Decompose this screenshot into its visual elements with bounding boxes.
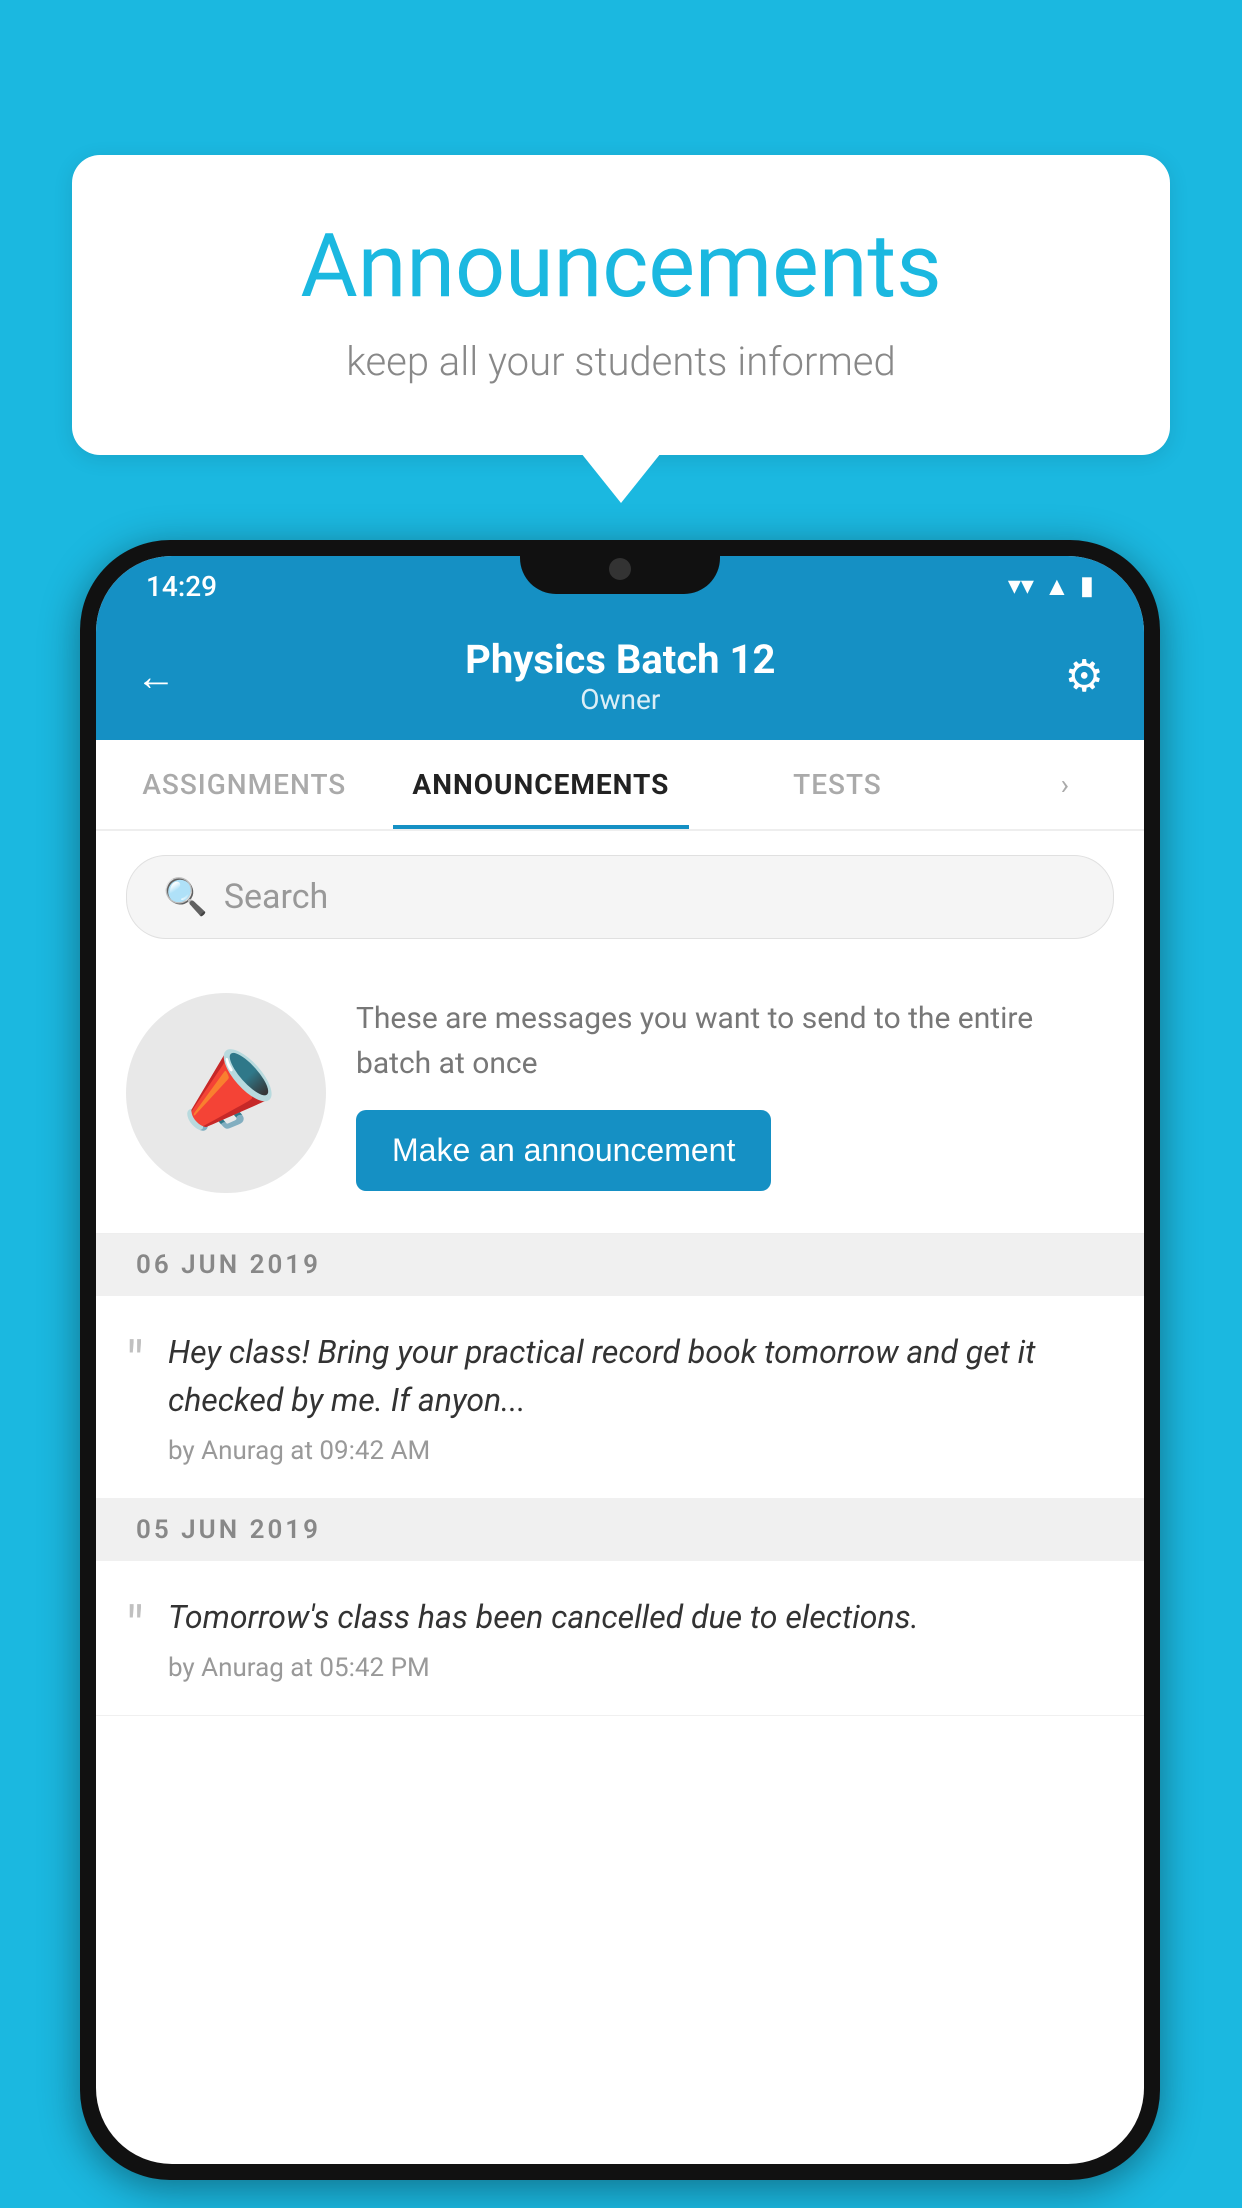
status-time: 14:29	[146, 570, 217, 603]
phone-screen: 14:29 ▾▾ ▲ ▮ ← Physics Batch 12 Owner ⚙ …	[96, 556, 1144, 2164]
bubble-title: Announcements	[152, 215, 1090, 318]
search-icon: 🔍	[163, 876, 208, 918]
announcement-author-1: by Anurag at 09:42 AM	[168, 1436, 1114, 1466]
quote-icon-1: "	[126, 1334, 144, 1390]
search-bar[interactable]: 🔍 Search	[126, 855, 1114, 939]
tab-assignments[interactable]: ASSIGNMENTS	[96, 740, 393, 829]
announcement-author-2: by Anurag at 05:42 PM	[168, 1653, 1114, 1683]
date-separator-2: 05 JUN 2019	[96, 1499, 1144, 1561]
speech-bubble: Announcements keep all your students inf…	[72, 155, 1170, 455]
announcement-text-1: Hey class! Bring your practical record b…	[168, 1328, 1114, 1424]
tab-tests[interactable]: TESTS	[689, 740, 986, 829]
signal-icon: ▲	[1044, 571, 1070, 602]
settings-icon[interactable]: ⚙	[1065, 650, 1104, 702]
announcement-content-1: Hey class! Bring your practical record b…	[168, 1328, 1114, 1466]
bubble-subtitle: keep all your students informed	[152, 338, 1090, 385]
header-center: Physics Batch 12 Owner	[465, 636, 775, 716]
promo-text-area: These are messages you want to send to t…	[356, 996, 1114, 1191]
tab-more[interactable]: ›	[986, 740, 1144, 829]
wifi-icon: ▾▾	[1008, 571, 1034, 601]
speech-bubble-container: Announcements keep all your students inf…	[72, 155, 1170, 455]
megaphone-icon: 📣	[163, 1032, 289, 1154]
announcement-item-1: " Hey class! Bring your practical record…	[96, 1296, 1144, 1499]
announcement-text-2: Tomorrow's class has been cancelled due …	[168, 1593, 1114, 1641]
phone-frame: 14:29 ▾▾ ▲ ▮ ← Physics Batch 12 Owner ⚙ …	[80, 540, 1160, 2180]
phone-notch	[520, 540, 720, 594]
quote-icon-2: "	[126, 1599, 144, 1655]
promo-icon-circle: 📣	[126, 993, 326, 1193]
header-title: Physics Batch 12	[465, 636, 775, 683]
header-subtitle: Owner	[465, 683, 775, 716]
status-icons: ▾▾ ▲ ▮	[1008, 571, 1094, 602]
promo-description: These are messages you want to send to t…	[356, 996, 1114, 1086]
search-container: 🔍 Search	[96, 831, 1144, 963]
content-area: 🔍 Search 📣 These are messages you want t…	[96, 831, 1144, 1716]
announcement-item-2: " Tomorrow's class has been cancelled du…	[96, 1561, 1144, 1716]
app-header: ← Physics Batch 12 Owner ⚙	[96, 616, 1144, 740]
announcement-content-2: Tomorrow's class has been cancelled due …	[168, 1593, 1114, 1683]
back-button[interactable]: ←	[136, 653, 176, 700]
date-separator-1: 06 JUN 2019	[96, 1234, 1144, 1296]
tab-announcements[interactable]: ANNOUNCEMENTS	[393, 740, 690, 829]
tabs-bar: ASSIGNMENTS ANNOUNCEMENTS TESTS ›	[96, 740, 1144, 831]
camera-cutout	[609, 558, 631, 580]
make-announcement-button[interactable]: Make an announcement	[356, 1110, 771, 1191]
announcement-promo: 📣 These are messages you want to send to…	[96, 963, 1144, 1234]
battery-icon: ▮	[1080, 571, 1094, 601]
search-placeholder: Search	[224, 877, 328, 917]
